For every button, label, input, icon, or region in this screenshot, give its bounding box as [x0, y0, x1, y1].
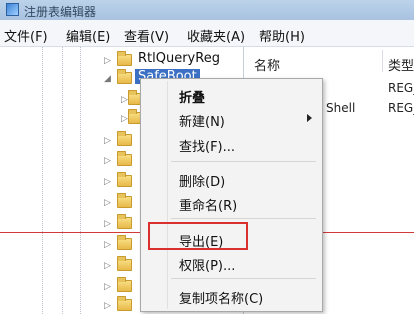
expand-arrow-icon[interactable]: ▷ — [104, 198, 111, 208]
menu-separator — [171, 218, 316, 219]
expand-arrow-icon[interactable]: ▷ — [104, 219, 111, 229]
menu-edit[interactable]: 编辑(E) — [66, 26, 110, 45]
value-name-cell[interactable]: Shell — [326, 101, 355, 115]
context-menu-permissions[interactable]: 权限(P)... — [179, 255, 235, 274]
column-header-type[interactable]: 类型 — [388, 55, 414, 74]
column-separator[interactable] — [382, 50, 383, 72]
title-bar: 注册表编辑器 — [0, 0, 414, 20]
expand-arrow-icon[interactable]: ▷ — [104, 240, 111, 250]
folder-icon — [117, 51, 132, 66]
tree-guide-line — [42, 47, 43, 314]
submenu-arrow-icon — [307, 114, 312, 122]
expand-arrow-icon[interactable]: ▷ — [121, 95, 128, 105]
column-header-name[interactable]: 名称 — [254, 55, 280, 74]
folder-icon — [117, 256, 132, 271]
regedit-app-icon — [6, 3, 19, 16]
context-menu-delete[interactable]: 删除(D) — [179, 171, 225, 190]
context-menu-rename[interactable]: 重命名(R) — [179, 195, 237, 214]
menu-bar: 文件(F) 编辑(E) 查看(V) 收藏夹(A) 帮助(H) — [0, 20, 414, 47]
folder-icon — [117, 296, 132, 311]
context-menu-gutter — [167, 81, 168, 309]
folder-icon — [117, 131, 132, 146]
expand-arrow-icon[interactable]: ▷ — [104, 56, 111, 66]
expand-arrow-icon[interactable]: ▷ — [104, 156, 111, 166]
menu-separator — [171, 278, 316, 279]
menu-favorites[interactable]: 收藏夹(A) — [187, 26, 245, 45]
expand-arrow-icon[interactable]: ▷ — [121, 114, 128, 124]
tree-guide-line — [62, 47, 63, 314]
expand-arrow-icon[interactable]: ▷ — [104, 136, 111, 146]
context-menu-copy-key-name[interactable]: 复制项名称(C) — [179, 288, 263, 307]
value-type-cell: REG_ — [388, 81, 414, 95]
expand-arrow-icon[interactable]: ▷ — [104, 282, 111, 292]
folder-icon — [117, 151, 132, 166]
folder-icon — [117, 235, 132, 250]
folder-icon — [117, 277, 132, 292]
folder-icon — [117, 214, 132, 229]
context-menu: 折叠 新建(N) 查找(F)... 删除(D) 重命名(R) 导出(E) 权限(… — [140, 78, 323, 312]
collapse-arrow-icon[interactable]: ◢ — [104, 74, 111, 84]
folder-open-icon — [117, 69, 132, 84]
export-highlight-box — [148, 222, 248, 250]
context-menu-new[interactable]: 新建(N) — [179, 111, 225, 130]
context-menu-find[interactable]: 查找(F)... — [179, 136, 235, 155]
folder-icon — [117, 172, 132, 187]
tree-guide-line — [80, 47, 81, 314]
expand-arrow-icon[interactable]: ▷ — [104, 261, 111, 271]
value-type-cell: REG_ — [388, 101, 414, 115]
menu-separator — [171, 161, 316, 162]
expand-arrow-icon[interactable]: ▷ — [104, 301, 111, 311]
menu-help[interactable]: 帮助(H) — [259, 26, 305, 45]
window-title: 注册表编辑器 — [24, 5, 97, 19]
expand-arrow-icon[interactable]: ▷ — [104, 177, 111, 187]
tree-item-rtlqueryreg[interactable]: RtlQueryReg — [138, 51, 220, 66]
folder-icon — [117, 193, 132, 208]
menu-view[interactable]: 查看(V) — [124, 26, 169, 45]
context-menu-collapse[interactable]: 折叠 — [179, 87, 205, 106]
menu-file[interactable]: 文件(F) — [4, 26, 48, 45]
